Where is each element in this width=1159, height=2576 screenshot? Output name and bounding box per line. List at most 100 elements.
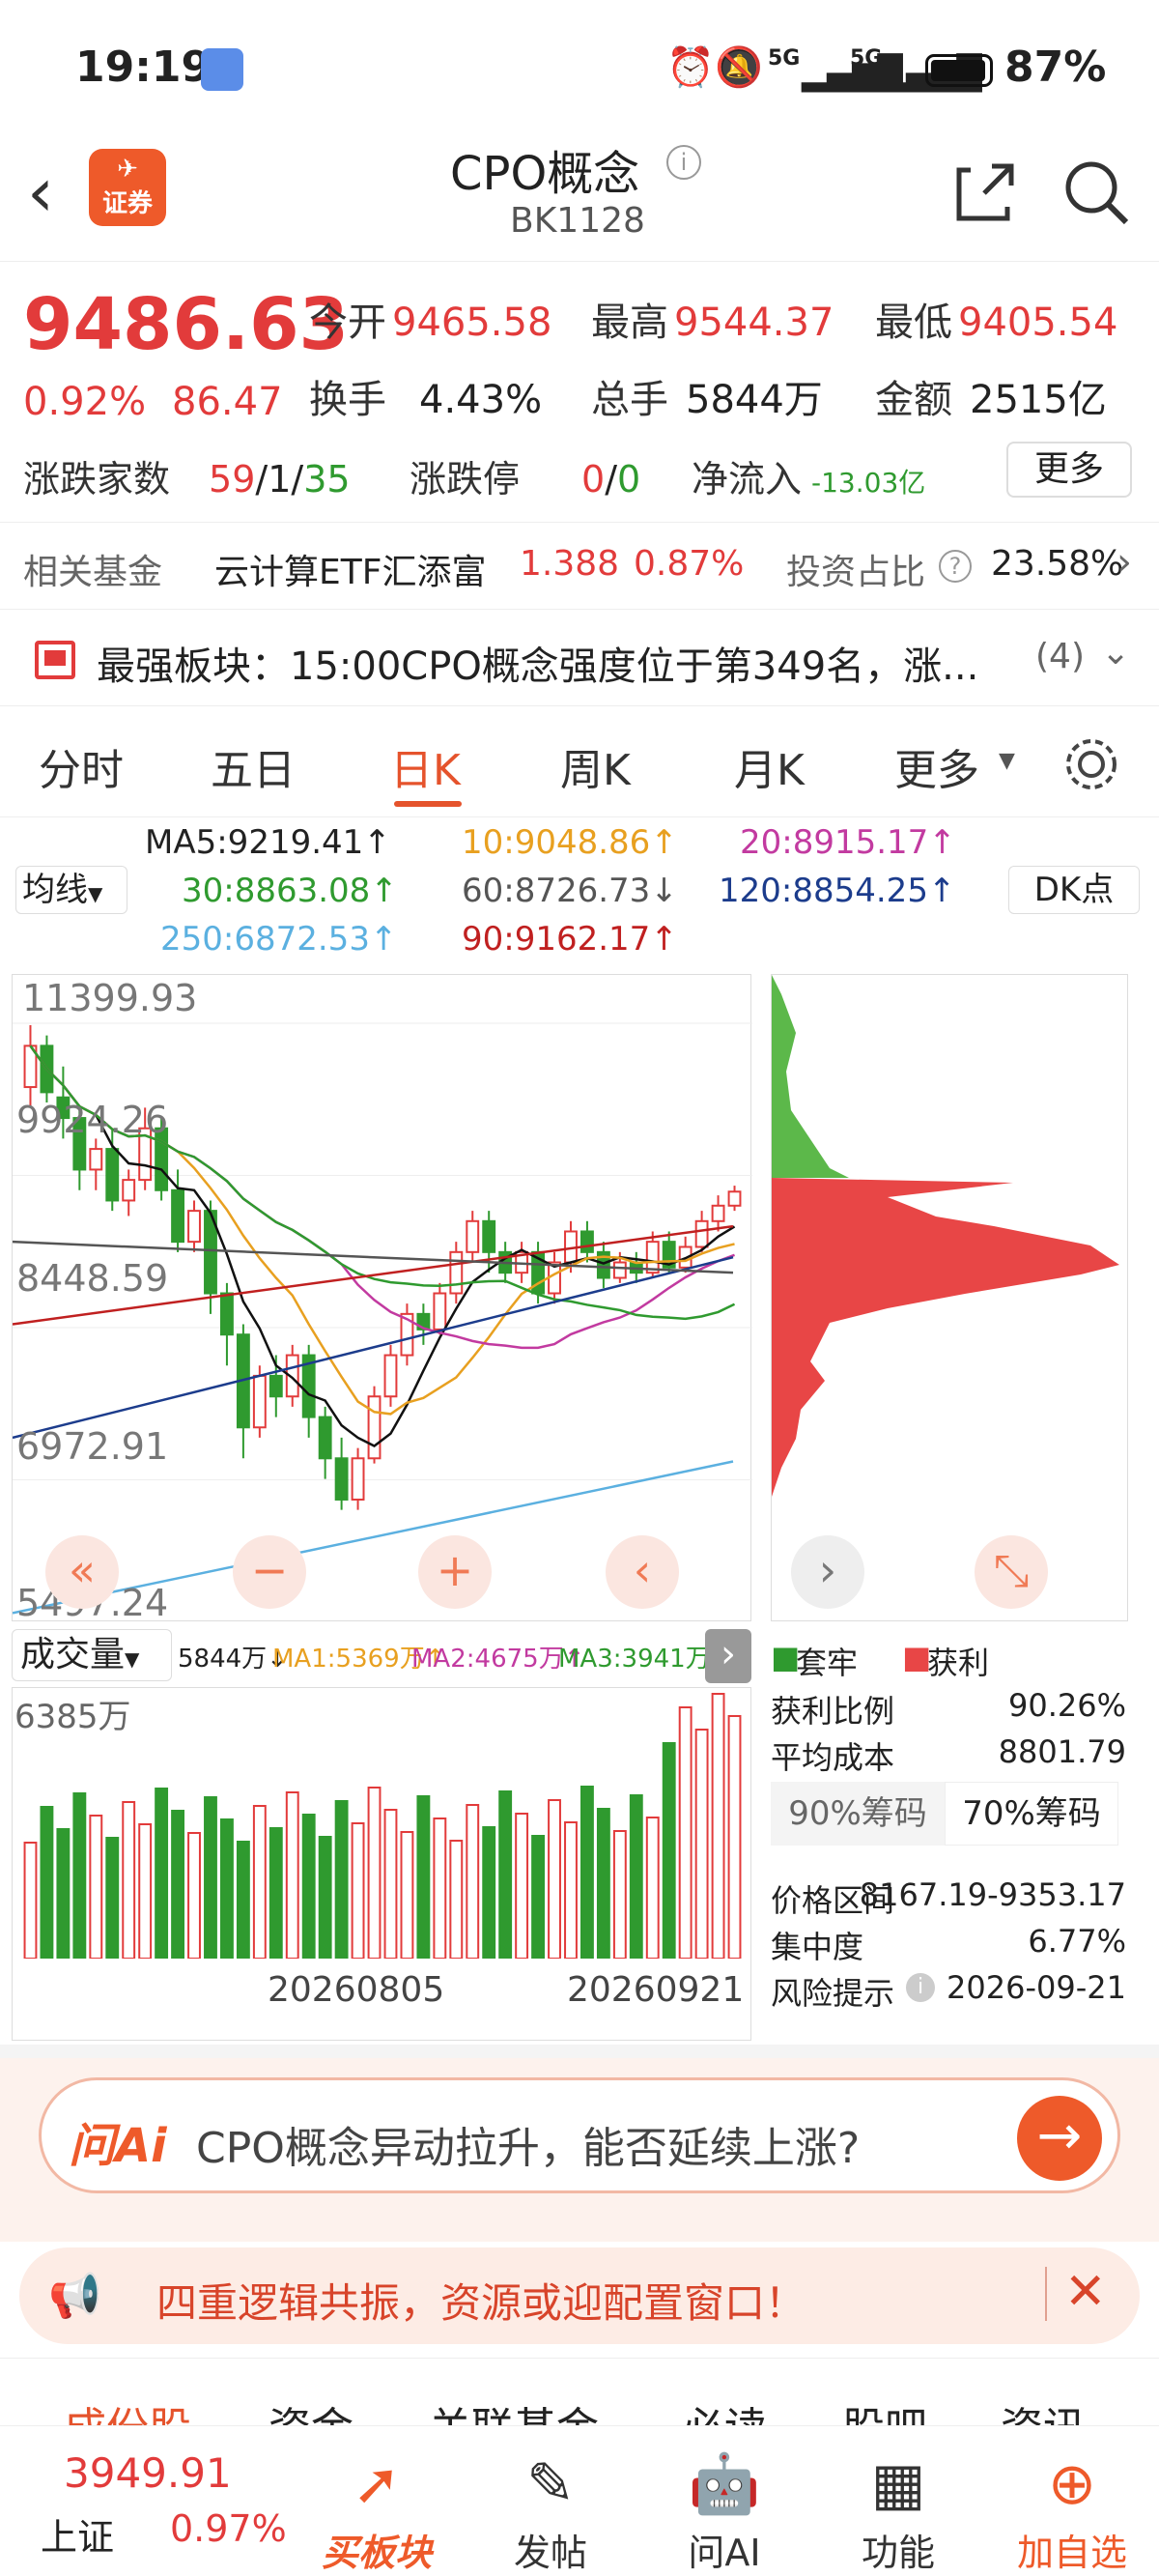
zoom-out-icon[interactable]: − <box>233 1535 306 1609</box>
k-line-chart[interactable]: 11399.93 9924.26 8448.59 6972.91 5497.24… <box>12 974 752 1624</box>
buy-sector-button[interactable]: ➚ 买板块 <box>319 2446 435 2576</box>
candle-body <box>367 1395 382 1460</box>
index-value[interactable]: 3949.91 <box>64 2449 232 2497</box>
tab-weekly-k[interactable]: 周K <box>560 735 631 797</box>
volume-bar <box>56 1828 71 1959</box>
scroll-left-icon[interactable]: ‹ <box>606 1535 679 1609</box>
candle-body <box>711 1204 725 1222</box>
volume-bar <box>72 1792 87 1959</box>
arrow-right-icon[interactable]: → <box>1017 2096 1102 2181</box>
alarm-icon: ⏰ <box>666 45 715 90</box>
dk-point-button[interactable]: DK点 <box>1008 866 1140 914</box>
volume-bar <box>727 1715 742 1959</box>
promo-banner[interactable]: 📢 四重逻辑共振，资源或迎配置窗口！ ✕ <box>19 2247 1140 2344</box>
volume-bar <box>678 1706 693 1959</box>
fullscreen-icon[interactable]: ⤡ <box>975 1535 1048 1609</box>
candle-body <box>449 1250 464 1295</box>
back-icon[interactable]: ‹ <box>27 153 54 232</box>
ma5-value: MA5:9219.41↑ <box>145 823 391 862</box>
ma-selector[interactable]: 均线▼ <box>15 866 127 914</box>
ask-ai-label: 问AI <box>688 2532 761 2574</box>
volume-bar <box>466 1804 480 1959</box>
settings-gear-icon[interactable] <box>1062 735 1120 793</box>
notice-count: (4) <box>1035 637 1085 676</box>
buy-sector-icon: ➚ <box>352 2450 402 2518</box>
low-value: 9405.54 <box>958 301 1118 345</box>
limit-down-count: 0 <box>617 458 641 501</box>
amount-value: 2515亿 <box>970 378 1107 422</box>
tab-more[interactable]: 更多 <box>894 735 979 797</box>
subtab-related-funds[interactable]: 关联基金 <box>429 2393 599 2425</box>
volume-bar <box>105 1837 120 1959</box>
help-icon[interactable]: ? <box>939 550 972 583</box>
banner-text: 四重逻辑共振，资源或迎配置窗口！ <box>156 2279 806 2327</box>
battery-level: 87% <box>1004 43 1107 92</box>
more-button[interactable]: 更多 <box>1006 442 1132 498</box>
subtab-constituents[interactable]: 成份股 <box>64 2393 191 2425</box>
add-circle-icon: ⊕ <box>1047 2450 1097 2518</box>
zoom-in-icon[interactable]: + <box>418 1535 492 1609</box>
volume-bar <box>351 1822 365 1959</box>
vol-max-label: 6385万 <box>14 1698 131 1736</box>
ma120-value: 120:8854.25↑ <box>719 872 956 910</box>
ai-section: 问Ai CPO概念异动拉升，能否延续上涨? → <box>0 2058 1159 2242</box>
related-fund-row[interactable]: 相关基金 云计算ETF汇添富 1.388 0.87% 投资占比 ? 23.58%… <box>0 522 1159 609</box>
tab-monthly-k[interactable]: 月K <box>734 735 805 797</box>
tab-daily-k[interactable]: 日K <box>390 735 461 797</box>
volume-chart[interactable]: 6385万 20260805 20260921 <box>12 1687 751 2041</box>
fund-pct: 0.87% <box>634 544 745 584</box>
candle-body <box>383 1354 398 1398</box>
functions-button[interactable]: ▦ 功能 <box>840 2446 956 2576</box>
tab-chip-90[interactable]: 90%筹码 <box>771 1782 945 1846</box>
subtab-must-read[interactable]: 必读 <box>682 2393 767 2425</box>
expand-right-icon[interactable]: › <box>791 1535 864 1609</box>
chevron-right-icon: › <box>1117 540 1132 585</box>
add-watchlist-button[interactable]: ⊕ 加自选 <box>1014 2446 1130 2576</box>
search-icon[interactable] <box>1060 157 1132 228</box>
slash-sep-2: / <box>291 458 304 501</box>
status-bar: 19:19 ⏰ 🔕 5G ▂▄▆█ 5G ▂▄▆█ 87% <box>0 0 1159 135</box>
share-icon[interactable] <box>951 158 1019 226</box>
expand-indicator-icon[interactable]: › <box>705 1629 751 1683</box>
volume-bar <box>171 1810 185 1959</box>
ai-question-card[interactable]: 问Ai CPO概念异动拉升，能否延续上涨? → <box>39 2077 1120 2193</box>
volume-bar <box>645 1817 660 1959</box>
post-button[interactable]: ✎ 发帖 <box>493 2446 608 2576</box>
risk-info-icon[interactable]: i <box>906 1973 935 2002</box>
volume-bar <box>138 1823 153 1959</box>
chip-distribution-chart[interactable]: › ⤡ <box>771 974 1128 1621</box>
risk-date: 2026-09-21 <box>947 1969 1126 2006</box>
notice-text: 最强板块：15:00CPO概念强度位于第349名，涨... <box>97 644 979 689</box>
candle-body <box>269 1374 283 1398</box>
signal-5g-label-2: 5G <box>850 46 883 71</box>
logo-arrow-icon: ✈ <box>117 155 138 184</box>
candle-body <box>482 1219 496 1253</box>
volume-bar <box>531 1835 546 1959</box>
y-tick-3: 8448.59 <box>16 1257 169 1300</box>
candle-body <box>334 1457 349 1501</box>
candle-body <box>171 1188 185 1244</box>
close-icon[interactable]: ✕ <box>1064 2263 1107 2321</box>
subtab-funds-flow[interactable]: 资金 <box>269 2393 353 2425</box>
volume-bar <box>482 1826 496 1959</box>
tab-chip-70[interactable]: 70%筹码 <box>945 1782 1118 1846</box>
volume-bar <box>694 1729 709 1959</box>
scroll-left-fast-icon[interactable]: « <box>45 1535 119 1609</box>
subtab-news[interactable]: 资讯 <box>1001 2393 1086 2425</box>
tab-five-day[interactable]: 五日 <box>211 735 296 797</box>
risk-label: 风险提示 <box>771 1975 895 2012</box>
ask-ai-button[interactable]: 🤖 问AI <box>666 2446 782 2576</box>
limit-label: 涨跌停 <box>410 458 521 501</box>
caret-down-icon-3: ▼ <box>125 1647 140 1671</box>
subtab-forum[interactable]: 股吧 <box>842 2393 927 2425</box>
volume-bar <box>285 1791 299 1959</box>
tab-intraday[interactable]: 分时 <box>39 735 124 797</box>
index-name: 上证 <box>41 2516 115 2559</box>
strongest-sector-notice[interactable]: 最强板块：15:00CPO概念强度位于第349名，涨... (4) ⌄ <box>0 609 1159 705</box>
volume-selector[interactable]: 成交量▼ <box>12 1629 172 1681</box>
info-icon[interactable]: i <box>666 145 701 180</box>
open-label: 今开 <box>309 301 386 345</box>
avg-cost-value: 8801.79 <box>998 1733 1126 1770</box>
functions-label: 功能 <box>861 2532 935 2574</box>
volume-bar <box>187 1832 201 1959</box>
